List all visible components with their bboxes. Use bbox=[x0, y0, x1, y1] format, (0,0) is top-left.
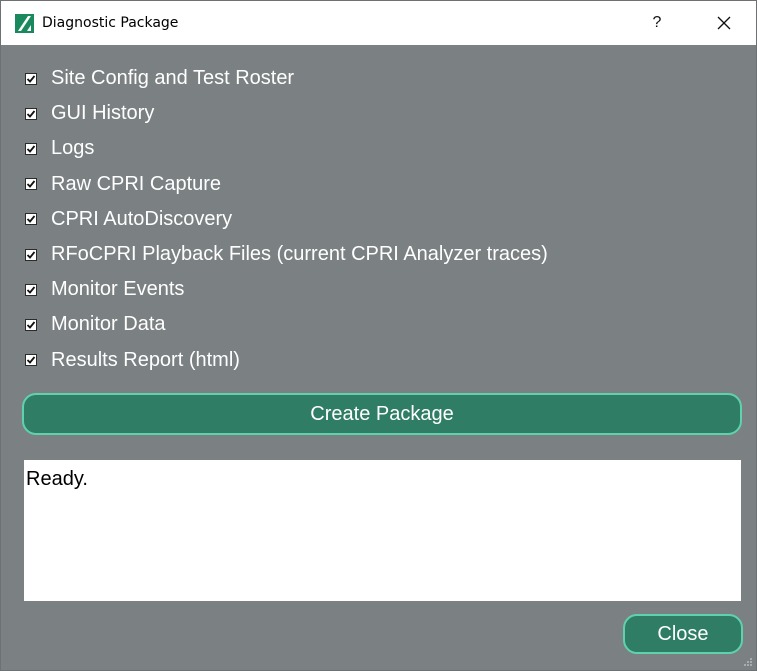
option-raw-cpri-capture[interactable]: Raw CPRI Capture bbox=[25, 167, 548, 202]
option-label: CPRI AutoDiscovery bbox=[51, 207, 233, 230]
option-monitor-data[interactable]: Monitor Data bbox=[25, 307, 548, 342]
option-label: Site Config and Test Roster bbox=[51, 67, 295, 90]
option-results-report[interactable]: Results Report (html) bbox=[25, 343, 548, 378]
checkbox[interactable] bbox=[25, 213, 37, 226]
status-text: Ready. bbox=[26, 468, 88, 490]
option-label: Logs bbox=[51, 137, 95, 160]
checkbox[interactable] bbox=[25, 248, 37, 261]
diagnostic-package-dialog: Diagnostic Package ? Site Config and Tes… bbox=[0, 0, 757, 671]
checkbox[interactable] bbox=[25, 283, 37, 296]
checkmark-icon bbox=[26, 250, 36, 259]
option-cpri-autodiscovery[interactable]: CPRI AutoDiscovery bbox=[25, 202, 548, 237]
checkmark-icon bbox=[26, 321, 36, 329]
checkmark-icon bbox=[26, 215, 36, 224]
app-logo-icon bbox=[15, 14, 34, 33]
checkbox[interactable] bbox=[25, 354, 37, 367]
option-label: Results Report (html) bbox=[51, 348, 240, 371]
checkmark-icon bbox=[26, 75, 36, 83]
window-title: Diagnostic Package bbox=[42, 15, 179, 31]
status-log[interactable]: Ready. bbox=[24, 460, 741, 601]
checkmark-icon bbox=[26, 180, 36, 188]
resize-grip-icon[interactable] bbox=[743, 657, 753, 667]
checkbox[interactable] bbox=[25, 107, 37, 120]
option-label: RFoCPRI Playback Files (current CPRI Ana… bbox=[51, 243, 548, 266]
option-logs[interactable]: Logs bbox=[25, 131, 548, 166]
checkmark-icon bbox=[26, 286, 36, 294]
checkbox[interactable] bbox=[25, 318, 37, 331]
help-button[interactable]: ? bbox=[634, 1, 680, 45]
option-site-config[interactable]: Site Config and Test Roster bbox=[25, 61, 548, 96]
option-rfocpri-playback[interactable]: RFoCPRI Playback Files (current CPRI Ana… bbox=[25, 237, 548, 272]
checkmark-icon bbox=[26, 145, 36, 153]
checkbox[interactable] bbox=[25, 178, 37, 191]
option-label: Monitor Events bbox=[51, 278, 185, 301]
create-package-button[interactable]: Create Package bbox=[22, 393, 742, 435]
window-close-button[interactable] bbox=[701, 1, 747, 45]
options-list: Site Config and Test Roster GUI History … bbox=[25, 61, 548, 378]
checkbox[interactable] bbox=[25, 142, 37, 155]
close-button[interactable]: Close bbox=[623, 614, 743, 654]
title-bar[interactable]: Diagnostic Package ? bbox=[1, 1, 756, 45]
option-label: Raw CPRI Capture bbox=[51, 172, 222, 195]
checkbox[interactable] bbox=[25, 72, 37, 85]
option-gui-history[interactable]: GUI History bbox=[25, 96, 548, 131]
checkmark-icon bbox=[26, 356, 36, 364]
close-icon bbox=[717, 16, 731, 30]
option-monitor-events[interactable]: Monitor Events bbox=[25, 272, 548, 307]
option-label: GUI History bbox=[51, 102, 155, 125]
checkmark-icon bbox=[26, 110, 36, 118]
option-label: Monitor Data bbox=[51, 313, 166, 336]
